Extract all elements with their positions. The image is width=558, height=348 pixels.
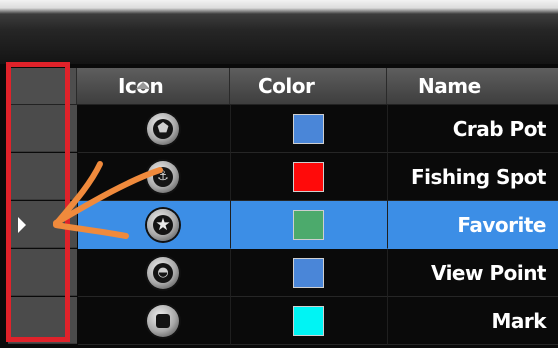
color-swatch[interactable] [293,114,324,144]
name-cell[interactable]: View Point [388,249,558,297]
table-row-selected[interactable]: ★ Favorite [8,201,558,249]
crab-pot-icon: ⬟ [147,113,179,145]
name-cell[interactable]: Crab Pot [388,105,558,153]
column-header-name-label: Name [418,74,481,98]
name-cell[interactable]: Mark [388,297,558,345]
column-header-color-label: Color [258,74,315,98]
waypoint-name: Favorite [457,213,546,237]
name-cell[interactable]: Fishing Spot [388,153,558,201]
icon-cell[interactable] [78,297,231,345]
waypoint-name: Mark [491,309,546,333]
color-swatch[interactable] [293,306,324,336]
window-title-bar [0,0,558,64]
view-point-icon: ◓ [147,257,179,289]
sort-ascending-icon [136,82,150,89]
table-row[interactable]: Mark [8,297,558,345]
row-header[interactable] [8,105,77,152]
icon-cell[interactable]: ⚓ [78,153,231,201]
color-cell[interactable] [231,105,388,153]
row-header[interactable] [8,297,77,344]
row-header[interactable] [8,153,77,200]
current-row-indicator-icon [18,217,26,233]
name-cell[interactable]: Favorite [388,201,558,249]
row-header[interactable] [8,249,77,296]
waypoint-name: View Point [430,261,547,285]
fishing-spot-icon: ⚓ [147,161,179,193]
color-cell[interactable] [231,297,388,345]
color-swatch[interactable] [293,210,324,240]
star-icon: ★ [147,209,179,241]
column-header-color[interactable]: Color [231,68,387,104]
table-row[interactable]: ◓ View Point [8,249,558,297]
color-cell[interactable] [231,249,388,297]
color-swatch[interactable] [293,162,324,192]
color-swatch[interactable] [293,258,324,288]
column-header-icon[interactable]: Icon [78,68,230,104]
mark-icon [147,305,179,337]
icon-cell[interactable]: ⬟ [78,105,231,153]
waypoint-name: Fishing Spot [410,165,547,189]
icon-cell[interactable]: ◓ [78,249,231,297]
icon-cell[interactable]: ★ [78,201,231,249]
table-header: Icon Color Name [8,68,558,105]
color-cell[interactable] [231,153,388,201]
column-header-name[interactable]: Name [388,68,558,104]
row-header-column [8,68,77,104]
waypoint-table: Icon Color Name ⬟ Crab Pot ⚓ Fishing Spo… [8,68,558,348]
waypoint-name: Crab Pot [452,117,547,141]
color-cell[interactable] [231,201,388,249]
table-row[interactable]: ⬟ Crab Pot [8,105,558,153]
table-row[interactable]: ⚓ Fishing Spot [8,153,558,201]
row-header[interactable] [8,201,77,248]
